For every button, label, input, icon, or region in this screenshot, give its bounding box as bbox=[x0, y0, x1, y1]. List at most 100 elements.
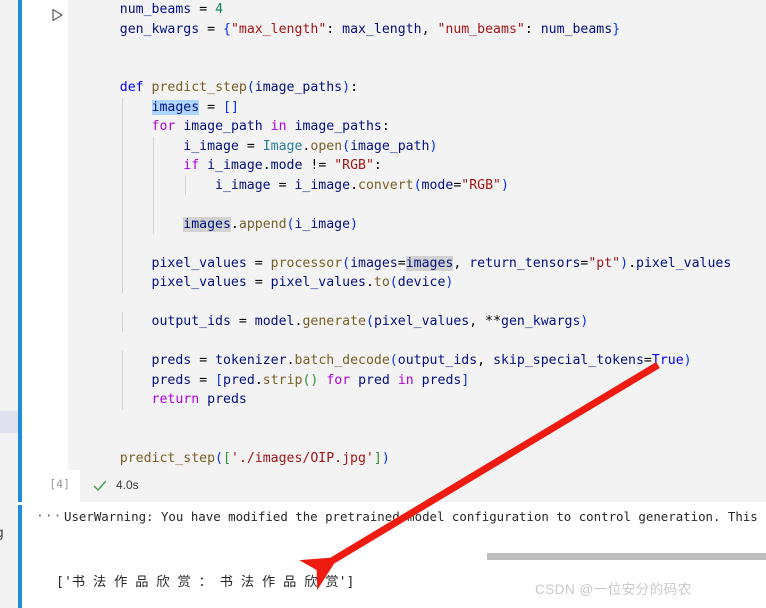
code-token: i_image bbox=[294, 216, 351, 232]
output-result-text: ['书 法 作 品 欣 赏 ： 书 法 作 品 欣 赏'] bbox=[56, 575, 355, 590]
code-line: i_image = Image.open(image_path) bbox=[88, 136, 731, 156]
code-line: preds = [pred.strip() for pred in preds] bbox=[88, 370, 731, 390]
code-token: = bbox=[199, 372, 208, 388]
code-token: tokenizer bbox=[215, 353, 287, 368]
code-token: () bbox=[302, 372, 319, 388]
code-token: image_paths bbox=[254, 80, 343, 95]
code-token: { bbox=[223, 21, 231, 37]
code-token: = bbox=[199, 353, 208, 368]
code-token: pixel_values bbox=[151, 255, 247, 271]
code-token: processor bbox=[270, 255, 343, 271]
code-token: "num_beams" bbox=[437, 21, 525, 37]
code-editor-content[interactable]: num_beams = 4 gen_kwargs = {"max_length"… bbox=[88, 0, 732, 469]
code-token: return_tensors bbox=[469, 255, 581, 271]
code-token: . bbox=[254, 372, 263, 388]
code-cell[interactable]: num_beams = 4 gen_kwargs = {"max_length"… bbox=[68, 0, 766, 470]
code-line: i_image = i_image.convert(mode="RGB") bbox=[88, 175, 731, 195]
code-token: ( bbox=[389, 353, 398, 368]
editor-left-gutter bbox=[0, 0, 18, 608]
execution-status-strip: 4.0s bbox=[80, 470, 766, 502]
indent-guide bbox=[121, 312, 123, 332]
code-token: ( bbox=[342, 255, 351, 271]
code-token: num_beams bbox=[119, 2, 192, 17]
code-token: './images/OIP.jpg' bbox=[230, 450, 374, 466]
code-token: ) bbox=[429, 138, 438, 154]
code-token: = bbox=[199, 2, 208, 17]
code-token: [ bbox=[223, 450, 231, 466]
code-token: device bbox=[397, 275, 446, 290]
output-horizontal-scrollbar[interactable] bbox=[487, 553, 766, 560]
run-cell-button[interactable] bbox=[48, 6, 66, 24]
code-token: ( bbox=[215, 450, 223, 466]
code-line: predict_step(['./images/OIP.jpg']) bbox=[88, 449, 731, 469]
code-token: images bbox=[350, 255, 398, 271]
code-token: pixel_values bbox=[373, 314, 470, 329]
code-token: output_ids bbox=[151, 314, 231, 329]
output-warning-text: UserWarning: You have modified the pretr… bbox=[64, 509, 758, 524]
code-line: def predict_step(image_paths): bbox=[88, 78, 731, 98]
code-line: images.append(i_image) bbox=[88, 214, 731, 234]
code-token: "RGB" bbox=[334, 158, 374, 173]
code-token: ** bbox=[485, 314, 502, 329]
code-token: pixel_values bbox=[270, 275, 366, 290]
code-token: . bbox=[350, 177, 359, 193]
code-token: "pt" bbox=[588, 255, 621, 271]
indent-guide bbox=[153, 136, 155, 156]
code-token: pred bbox=[223, 372, 255, 388]
code-token: in bbox=[270, 119, 287, 134]
code-token: preds bbox=[151, 353, 192, 368]
code-token: image_path bbox=[183, 119, 263, 134]
code-token: ) bbox=[381, 450, 390, 466]
code-line: return preds bbox=[88, 390, 731, 410]
minimap-marker[interactable] bbox=[0, 411, 18, 433]
code-token: preds bbox=[151, 372, 192, 388]
code-token: ) bbox=[350, 216, 358, 232]
code-token: num_beams bbox=[540, 21, 613, 37]
code-line bbox=[88, 195, 731, 215]
code-token: != bbox=[310, 158, 327, 173]
code-token: True bbox=[651, 353, 684, 368]
indent-guide bbox=[121, 370, 123, 390]
code-token: preds bbox=[207, 392, 247, 407]
code-token: : bbox=[350, 80, 359, 95]
code-line: num_beams = 4 bbox=[88, 0, 731, 20]
code-token: output_ids bbox=[397, 353, 478, 368]
code-token: preds bbox=[421, 372, 462, 388]
code-token: = bbox=[397, 255, 406, 271]
code-token: to bbox=[373, 275, 390, 290]
code-token: "max_length" bbox=[230, 21, 327, 37]
code-token: ) bbox=[500, 177, 509, 193]
code-token: = bbox=[207, 21, 216, 37]
output-overflow-dots[interactable]: ··· bbox=[36, 509, 62, 524]
code-line: preds = tokenizer.batch_decode(output_id… bbox=[88, 351, 731, 371]
code-line: for image_path in image_paths: bbox=[88, 117, 731, 137]
